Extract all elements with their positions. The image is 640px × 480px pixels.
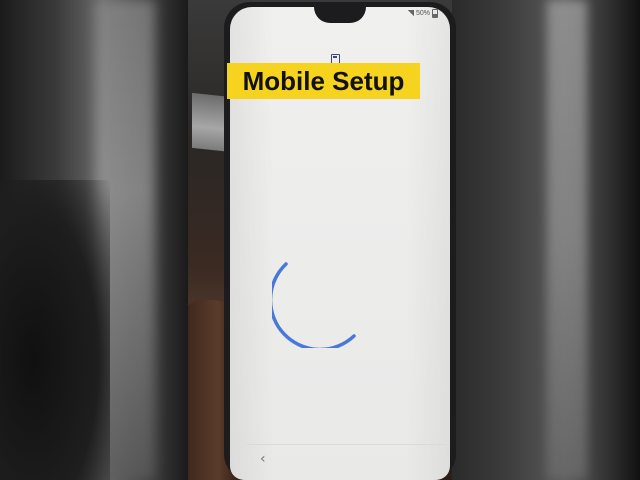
blurred-left-panel: [0, 0, 188, 480]
battery-icon: [432, 8, 438, 18]
battery-percent: 50%: [415, 9, 430, 17]
title-banner: Mobile Setup: [227, 63, 420, 99]
back-chevron-icon[interactable]: ‹: [260, 452, 272, 466]
loading-spinner-icon: [272, 262, 356, 348]
blurred-left-shadow: [0, 180, 110, 480]
blurred-right-panel: [452, 0, 640, 480]
phone-notch: [314, 7, 366, 23]
signal-icon: [406, 10, 414, 16]
navigation-bar: ‹: [246, 444, 446, 473]
spinner-arc: [272, 262, 356, 348]
video-frame: 50% Mobile Setup ‹: [0, 0, 640, 480]
blurred-right-highlight: [547, 0, 587, 480]
status-bar: 50%: [398, 7, 438, 19]
title-text: Mobile Setup: [242, 65, 405, 96]
